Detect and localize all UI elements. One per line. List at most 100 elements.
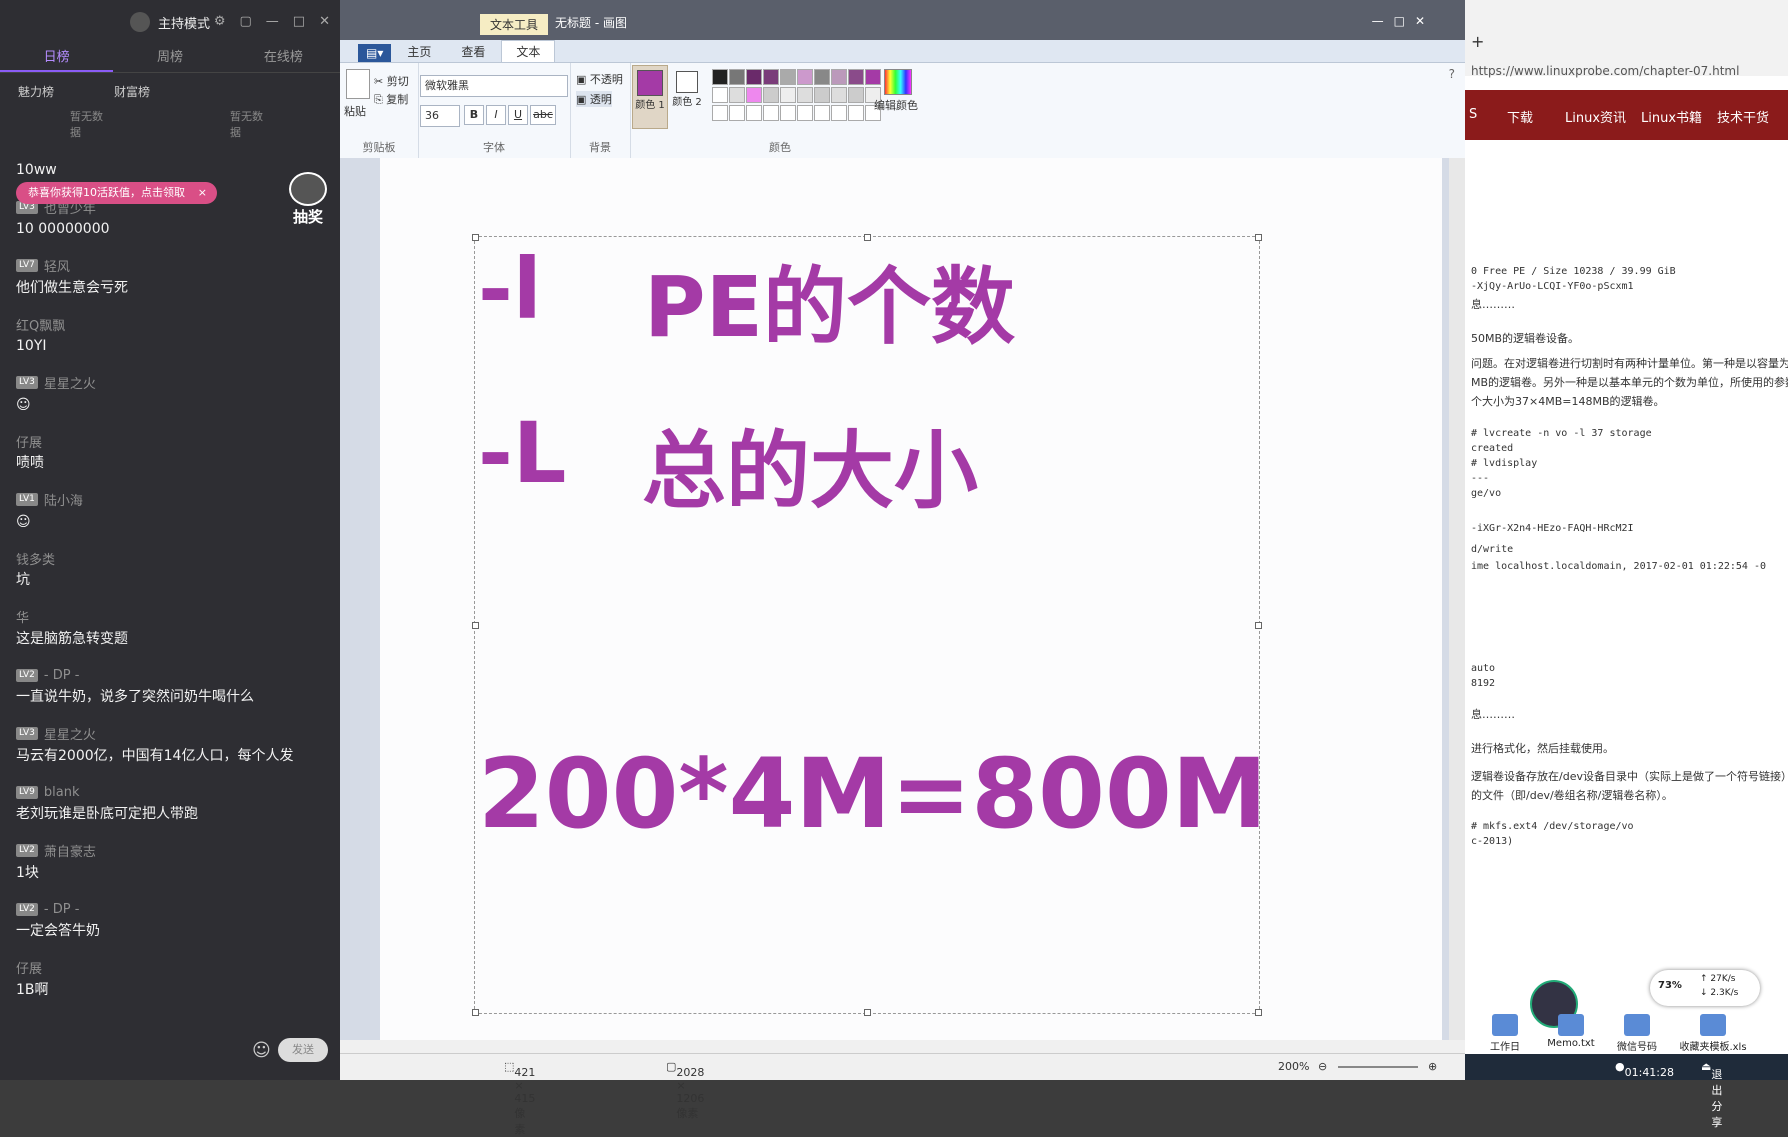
font-size-select[interactable]: 36 [420, 105, 460, 127]
address-bar[interactable]: https://www.linuxprobe.com/chapter-07.ht… [1471, 64, 1739, 78]
italic-button[interactable]: I [486, 105, 506, 125]
font-family-select[interactable]: 微软雅黑 [420, 75, 568, 97]
palette-swatch[interactable] [865, 69, 881, 85]
transparent-button[interactable]: ▣ 透明 [576, 91, 612, 107]
tab-home[interactable]: 主页 [393, 41, 445, 62]
username[interactable]: 陆小海 [44, 490, 83, 509]
palette-swatch[interactable] [797, 87, 813, 103]
desktop-icon-favorites[interactable]: 收藏夹模板.xls [1673, 1014, 1753, 1053]
bold-button[interactable]: B [464, 105, 484, 125]
edit-colors-button[interactable]: 编辑颜色 [874, 97, 918, 113]
palette-swatch[interactable] [746, 87, 762, 103]
resize-handle[interactable] [472, 622, 479, 629]
resize-handle[interactable] [1255, 622, 1262, 629]
underline-button[interactable]: U [508, 105, 528, 125]
tab-daily[interactable]: 日榜 [0, 44, 114, 72]
lottery-button[interactable]: 抽奖 [286, 172, 330, 226]
resize-handle[interactable] [1255, 1009, 1262, 1016]
username[interactable]: 仔展 [16, 432, 42, 451]
zoom-slider[interactable] [1338, 1066, 1418, 1068]
username[interactable]: - DP - [44, 902, 80, 917]
file-menu-icon[interactable]: ▤▾ [358, 44, 392, 62]
palette-swatch[interactable] [848, 105, 864, 121]
username[interactable]: 星星之火 [44, 373, 96, 392]
palette-swatch[interactable] [797, 105, 813, 121]
nav-item-download[interactable]: 下载 [1507, 107, 1533, 126]
palette-swatch[interactable] [780, 87, 796, 103]
close-icon[interactable]: ✕ [319, 14, 330, 29]
palette-swatch[interactable] [746, 105, 762, 121]
zoom-in-icon[interactable]: ⊕ [1428, 1060, 1437, 1073]
username[interactable]: 红Q飘飘 [16, 315, 65, 334]
help-icon[interactable]: ? [1449, 67, 1455, 81]
new-tab-icon[interactable]: + [1471, 32, 1484, 51]
username[interactable]: - DP - [44, 668, 80, 683]
reward-notice[interactable]: 恭喜你获得10活跃值，点击领取 × [16, 182, 217, 204]
paste-button[interactable]: 粘贴 [344, 103, 366, 119]
maximize-icon[interactable]: □ [1394, 14, 1405, 28]
username[interactable]: 仔展 [16, 958, 42, 977]
palette-swatch[interactable] [780, 69, 796, 85]
palette-swatch[interactable] [712, 69, 728, 85]
palette-swatch[interactable] [831, 105, 847, 121]
charm-rank[interactable]: 魅力榜 [18, 83, 54, 100]
strikethrough-button[interactable]: abc [530, 105, 556, 125]
color1-button[interactable]: 颜色 1 [632, 65, 668, 129]
edit-colors-icon[interactable] [884, 69, 912, 95]
maximize-icon[interactable]: □ [293, 14, 305, 29]
wealth-rank[interactable]: 财富榜 [114, 83, 150, 100]
paste-icon[interactable] [346, 69, 370, 99]
tab-view[interactable]: 查看 [447, 41, 499, 62]
color2-button[interactable]: 颜色 2 [670, 65, 704, 127]
username[interactable]: 华 [16, 607, 29, 626]
send-button[interactable]: 发送 [278, 1038, 328, 1062]
palette-swatch[interactable] [712, 105, 728, 121]
resize-handle[interactable] [1255, 234, 1262, 241]
tab-weekly[interactable]: 周榜 [113, 44, 226, 72]
resize-handle[interactable] [472, 1009, 479, 1016]
username[interactable]: 轻风 [44, 256, 70, 275]
palette-swatch[interactable] [848, 87, 864, 103]
username[interactable]: 萧自豪志 [44, 841, 96, 860]
zoom-out-icon[interactable]: ⊖ [1318, 1060, 1327, 1073]
exit-share-button[interactable]: ⏏ 退出分享 [1701, 1060, 1722, 1129]
palette-swatch[interactable] [712, 87, 728, 103]
desktop-icon-wechat[interactable]: 微信号码 [1607, 1014, 1667, 1053]
cut-button[interactable]: ✂ 剪切 [374, 73, 409, 89]
minimize-icon[interactable]: — [1372, 14, 1384, 28]
palette-swatch[interactable] [780, 105, 796, 121]
palette-swatch[interactable] [763, 87, 779, 103]
share-icon[interactable]: ▢ [240, 14, 252, 29]
resize-handle[interactable] [864, 1009, 871, 1016]
palette-swatch[interactable] [831, 69, 847, 85]
username[interactable]: blank [44, 785, 80, 800]
nav-item-linux-books[interactable]: Linux书籍 [1641, 107, 1702, 126]
palette-swatch[interactable] [797, 69, 813, 85]
settings-icon[interactable]: ⚙ [214, 14, 226, 29]
close-icon[interactable]: ✕ [1415, 14, 1425, 28]
palette-swatch[interactable] [831, 87, 847, 103]
emoji-icon[interactable]: ☺ [252, 1040, 271, 1061]
opaque-button[interactable]: ▣ 不透明 [576, 71, 623, 87]
nav-item-first[interactable]: S [1469, 107, 1477, 122]
tab-online[interactable]: 在线榜 [227, 44, 340, 72]
palette-swatch[interactable] [763, 69, 779, 85]
copy-button[interactable]: ⎘ 复制 [374, 91, 408, 107]
minimize-icon[interactable]: — [266, 14, 279, 29]
palette-swatch[interactable] [814, 87, 830, 103]
palette-swatch[interactable] [729, 69, 745, 85]
notice-close-icon[interactable]: × [198, 182, 207, 204]
vertical-scrollbar[interactable] [1449, 158, 1465, 1040]
username[interactable]: 钱多类 [16, 549, 55, 568]
palette-swatch[interactable] [763, 105, 779, 121]
nav-item-tech[interactable]: 技术干货 [1717, 107, 1769, 126]
palette-swatch[interactable] [729, 105, 745, 121]
palette-swatch[interactable] [746, 69, 762, 85]
tab-text[interactable]: 文本 [501, 40, 556, 62]
nav-item-linux-news[interactable]: Linux资讯 [1565, 107, 1626, 126]
username[interactable]: 星星之火 [44, 724, 96, 743]
palette-swatch[interactable] [814, 69, 830, 85]
desktop-icon-memo[interactable]: Memo.txt [1541, 1014, 1601, 1049]
text-tools-context-tab[interactable]: 文本工具 [480, 14, 549, 35]
canvas[interactable]: -l PE的个数 -L 总的大小 200*4M=800M [380, 158, 1442, 1040]
